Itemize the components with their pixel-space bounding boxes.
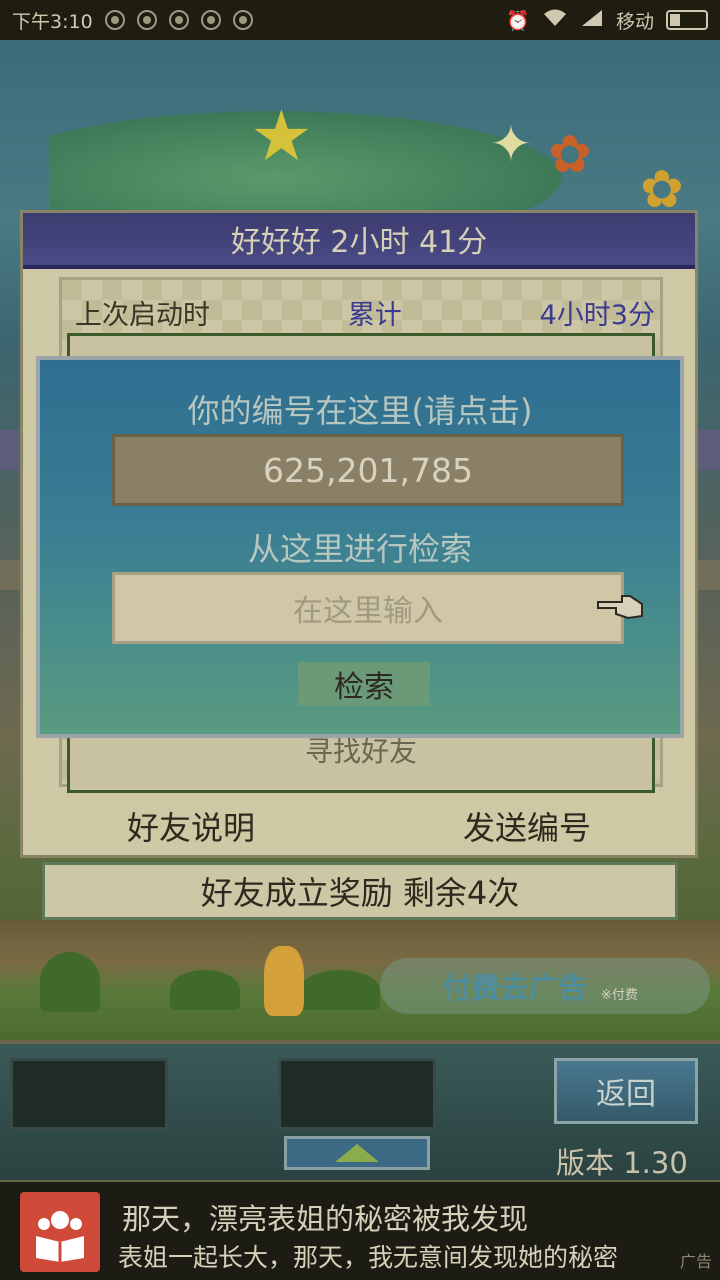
friend-explain-button[interactable]: 好友说明 bbox=[127, 803, 255, 849]
wifi-icon bbox=[542, 8, 568, 33]
star-icon: ★ bbox=[250, 95, 313, 177]
ad-app-icon bbox=[20, 1192, 100, 1272]
signal-icon bbox=[580, 8, 604, 33]
bush bbox=[40, 952, 100, 1012]
send-id-button[interactable]: 发送编号 bbox=[463, 803, 591, 849]
battery-icon bbox=[666, 10, 708, 30]
bush bbox=[300, 970, 380, 1010]
total-value: 4小时3分 bbox=[539, 300, 655, 331]
bush bbox=[170, 970, 240, 1010]
notification-icon bbox=[232, 10, 253, 30]
remove-ad-label: 付费去广告 bbox=[442, 971, 588, 1005]
ad-tag: 广告 bbox=[679, 1252, 712, 1271]
friend-reward-bar[interactable]: 好友成立奖励 剩余4次 bbox=[42, 862, 678, 920]
friend-search-dialog: 你的编号在这里(请点击) 625,201,785 从这里进行检索 在这里输入 检… bbox=[36, 356, 684, 738]
search-label: 从这里进行检索 bbox=[247, 530, 472, 568]
flower-icon: ✿ bbox=[548, 125, 592, 185]
your-id-label: 你的编号在这里(请点击) bbox=[187, 392, 533, 430]
ad-banner[interactable]: 那天，漂亮表姐的秘密被我发现 表姐一起长大，那天，我无意间发现她的秘密 广告 bbox=[0, 1180, 720, 1280]
alarm-icon: ⏰ bbox=[506, 9, 530, 32]
search-input[interactable]: 在这里输入 bbox=[112, 572, 624, 644]
sparkle-icon: ✦ bbox=[490, 115, 532, 173]
pointing-hand-icon bbox=[596, 592, 646, 622]
item-slot[interactable] bbox=[10, 1058, 168, 1130]
search-button[interactable]: 检索 bbox=[298, 662, 430, 706]
version-label: 版本 1.30 bbox=[556, 1146, 688, 1180]
last-launch-label: 上次启动时 bbox=[75, 300, 210, 331]
remove-ad-button[interactable]: 付费去广告 ※付费 bbox=[380, 958, 710, 1014]
launch-info-row: 上次启动时 累计 4小时3分 bbox=[75, 293, 655, 332]
up-arrow-icon bbox=[335, 1144, 379, 1162]
notification-icon bbox=[200, 10, 221, 30]
expand-up-button[interactable] bbox=[284, 1136, 430, 1170]
back-button[interactable]: 返回 bbox=[554, 1058, 698, 1124]
your-id-field[interactable]: 625,201,785 bbox=[112, 434, 624, 506]
panel-bottom-row: 好友说明 发送编号 bbox=[23, 803, 695, 849]
ad-subtitle: 表姐一起长大，那天，我无意间发现她的秘密 bbox=[118, 1243, 619, 1272]
item-slot[interactable] bbox=[278, 1058, 436, 1130]
bear-character bbox=[264, 946, 304, 1016]
carrier-label: 移动 bbox=[615, 10, 654, 33]
paid-note: ※付费 bbox=[601, 987, 638, 1003]
status-time: 下午3:10 bbox=[12, 10, 93, 33]
bottom-hud: 返回 版本 1.30 bbox=[0, 1040, 720, 1180]
status-bar: 下午3:10 ⏰ 移动 bbox=[0, 0, 720, 40]
notification-icon bbox=[168, 10, 189, 30]
notification-icon bbox=[136, 10, 157, 30]
game-scene: 付费去广告 ※付费 bbox=[0, 920, 720, 1040]
total-label: 累计 bbox=[347, 300, 402, 331]
panel-title: 好好好 2小时 41分 bbox=[23, 213, 695, 269]
ad-title: 那天，漂亮表姐的秘密被我发现 bbox=[122, 1202, 529, 1236]
notification-icon bbox=[104, 10, 125, 30]
